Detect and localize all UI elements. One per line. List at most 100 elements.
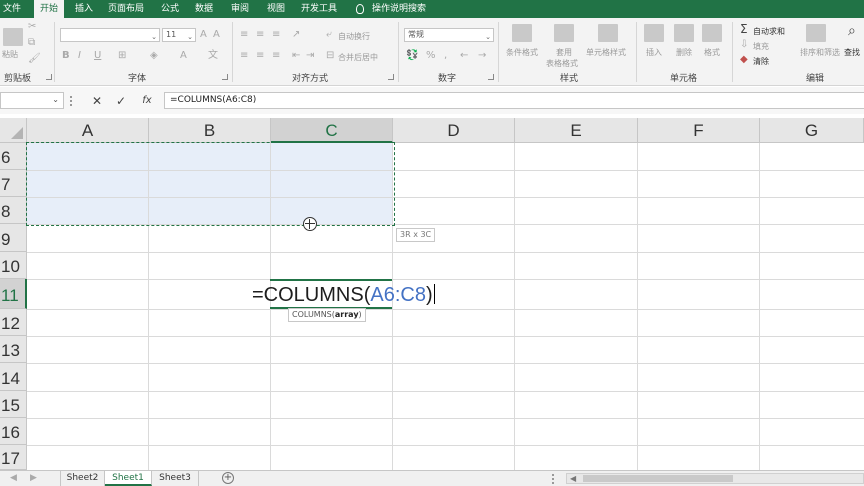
row-header-15[interactable]: 15 xyxy=(0,391,27,418)
enter-button[interactable]: ✓ xyxy=(110,93,132,109)
column-header-b[interactable]: B xyxy=(149,118,271,143)
column-header-e[interactable]: E xyxy=(515,118,638,143)
italic-icon[interactable]: I xyxy=(78,51,81,61)
row-header-11[interactable]: 11 xyxy=(0,279,27,309)
tab-view[interactable]: 视图 xyxy=(262,0,290,18)
paste-icon[interactable] xyxy=(3,28,23,46)
function-tooltip-arg[interactable]: array xyxy=(335,310,359,319)
column-header-d[interactable]: D xyxy=(393,118,515,143)
column-header-g[interactable]: G xyxy=(760,118,864,143)
formula-input[interactable]: =COLUMNS(A6:C8) xyxy=(164,92,864,109)
tab-insert[interactable]: 插入 xyxy=(70,0,98,18)
conditional-format-button[interactable]: 条件格式 xyxy=(506,47,538,58)
find-icon[interactable]: ⌕ xyxy=(848,24,856,38)
phonetic-icon[interactable]: 文 xyxy=(208,51,218,61)
column-header-a[interactable]: A xyxy=(27,118,149,143)
row-header-6[interactable]: 6 xyxy=(0,143,27,170)
align-middle-icon[interactable]: ≡ xyxy=(256,30,264,40)
comma-icon[interactable]: , xyxy=(444,51,447,61)
wrap-text-button[interactable]: 自动换行 xyxy=(338,31,370,42)
align-bottom-icon[interactable]: ≡ xyxy=(272,30,280,40)
format-cells-icon[interactable] xyxy=(702,24,722,42)
autosum-icon[interactable]: Σ xyxy=(740,23,748,35)
delete-cells-icon[interactable] xyxy=(674,24,694,42)
font-launcher-icon[interactable] xyxy=(222,74,228,80)
orientation-icon[interactable]: ↗ xyxy=(292,30,300,40)
row-header-16[interactable]: 16 xyxy=(0,418,27,445)
tab-splitter-grip[interactable] xyxy=(552,474,556,484)
name-box[interactable]: ⌄ xyxy=(0,92,64,109)
merge-center-button[interactable]: 合并后居中 xyxy=(338,52,378,63)
column-header-f[interactable]: F xyxy=(638,118,760,143)
select-all-button[interactable] xyxy=(0,118,27,143)
fill-button[interactable]: 填充 xyxy=(753,41,769,52)
tab-home[interactable]: 开始 xyxy=(34,0,64,18)
row-header-12[interactable]: 12 xyxy=(0,309,27,336)
cell-styles-icon[interactable] xyxy=(598,24,618,42)
row-header-13[interactable]: 13 xyxy=(0,336,27,363)
font-size-select[interactable]: 11 ⌄ xyxy=(162,28,196,42)
fill-icon[interactable]: ⇩ xyxy=(740,40,748,50)
tell-me-search[interactable]: 操作说明搜索 xyxy=(370,0,428,18)
sort-filter-icon[interactable] xyxy=(806,24,826,42)
delete-cells-button[interactable]: 删除 xyxy=(676,47,692,58)
format-cells-button[interactable]: 格式 xyxy=(704,47,720,58)
sheet-tab-sheet1[interactable]: Sheet1 xyxy=(105,471,152,486)
cancel-button[interactable]: ✕ xyxy=(86,93,108,109)
row-header-8[interactable]: 8 xyxy=(0,197,27,224)
wrap-text-icon[interactable]: ⤶ xyxy=(326,30,332,40)
currency-icon[interactable]: 💱 xyxy=(406,51,418,61)
formula-bar-grip[interactable] xyxy=(70,96,74,106)
number-launcher-icon[interactable] xyxy=(488,74,494,80)
tab-page-layout[interactable]: 页面布局 xyxy=(104,0,148,18)
row-header-17[interactable]: 17 xyxy=(0,445,27,470)
decrease-indent-icon[interactable]: ⇤ xyxy=(292,51,300,61)
row-header-7[interactable]: 7 xyxy=(0,170,27,197)
clipboard-launcher-icon[interactable] xyxy=(46,74,52,80)
align-left-icon[interactable]: ≡ xyxy=(240,51,248,61)
font-color-icon[interactable]: A xyxy=(180,51,187,61)
insert-cells-button[interactable]: 插入 xyxy=(646,47,662,58)
percent-icon[interactable]: % xyxy=(426,51,436,61)
scroll-left-icon[interactable]: ◀ xyxy=(570,474,576,483)
table-format-icon[interactable] xyxy=(554,24,574,42)
sheet-tab-sheet2[interactable]: Sheet2 xyxy=(60,471,105,486)
number-format-select[interactable]: 常规 ⌄ xyxy=(404,28,494,42)
function-tooltip[interactable]: COLUMNS(array) xyxy=(288,308,366,322)
align-top-icon[interactable]: ≡ xyxy=(240,30,248,40)
tab-data[interactable]: 数据 xyxy=(190,0,218,18)
insert-cells-icon[interactable] xyxy=(644,24,664,42)
table-format-line1[interactable]: 套用 xyxy=(556,47,572,58)
tab-file[interactable]: 文件 xyxy=(0,0,24,18)
tab-scroll-left-icon[interactable]: ◀ xyxy=(10,473,17,483)
referenced-range-border[interactable] xyxy=(26,142,395,226)
column-header-c[interactable]: C xyxy=(271,118,393,143)
cell-formula-text[interactable]: =COLUMNS(A6:C8) xyxy=(252,283,435,307)
align-center-icon[interactable]: ≡ xyxy=(256,51,264,61)
align-right-icon[interactable]: ≡ xyxy=(272,51,280,61)
add-sheet-button[interactable]: + xyxy=(222,472,234,484)
horizontal-scrollbar[interactable]: ◀ xyxy=(566,473,864,484)
clear-button[interactable]: 清除 xyxy=(753,56,769,67)
cut-icon[interactable]: ✂ xyxy=(28,22,36,32)
conditional-format-icon[interactable] xyxy=(512,24,532,42)
increase-font-icon[interactable]: A xyxy=(200,30,207,40)
insert-function-button[interactable]: fx xyxy=(136,93,158,109)
underline-icon[interactable]: U xyxy=(94,51,101,61)
bold-icon[interactable]: B xyxy=(62,51,70,61)
decrease-font-icon[interactable]: A xyxy=(213,30,220,40)
font-name-select[interactable]: ⌄ xyxy=(60,28,160,42)
cell-styles-button[interactable]: 单元格样式 xyxy=(586,47,626,58)
autosum-button[interactable]: 自动求和 xyxy=(753,26,785,37)
row-header-14[interactable]: 14 xyxy=(0,363,27,391)
tab-formulas[interactable]: 公式 xyxy=(156,0,184,18)
decrease-decimal-icon[interactable]: → xyxy=(478,51,486,61)
alignment-launcher-icon[interactable] xyxy=(388,74,394,80)
border-icon[interactable]: ⊞ xyxy=(118,51,126,61)
scrollbar-thumb[interactable] xyxy=(583,475,733,482)
increase-indent-icon[interactable]: ⇥ xyxy=(306,51,314,61)
sheet-tab-sheet3[interactable]: Sheet3 xyxy=(152,471,199,486)
copy-icon[interactable]: ⧉ xyxy=(28,38,35,48)
sort-filter-button[interactable]: 排序和筛选 xyxy=(800,47,840,58)
row-header-10[interactable]: 10 xyxy=(0,252,27,279)
